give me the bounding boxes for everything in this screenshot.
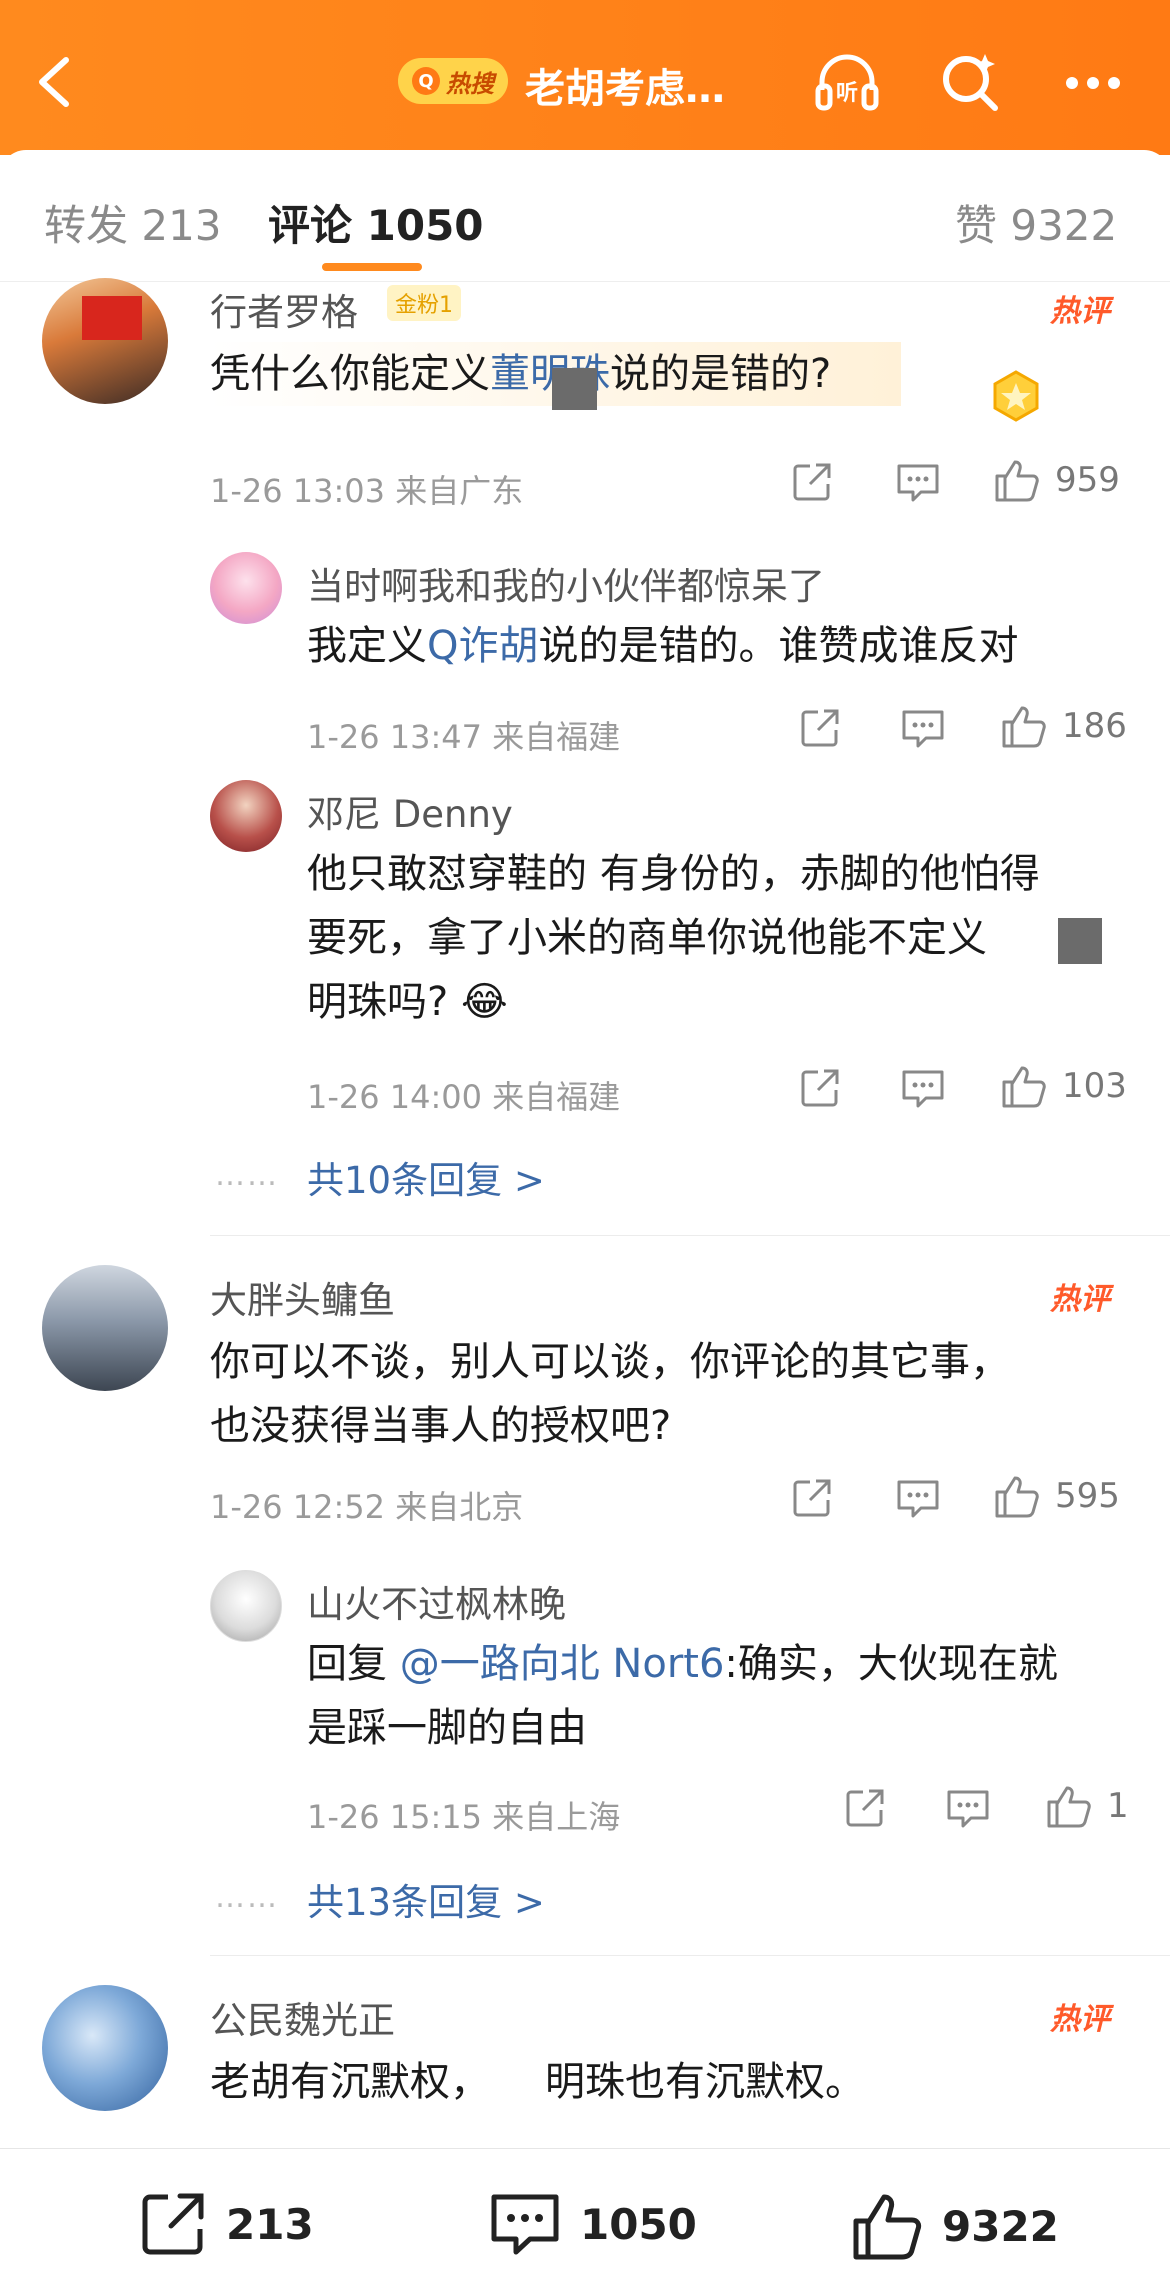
bottom-like-button[interactable]: 9322 xyxy=(850,2189,1059,2263)
mention-link[interactable]: @一路向北 Nort6 xyxy=(400,1641,725,1687)
listen-button[interactable]: 听 xyxy=(812,48,882,118)
top-bar: Q 热搜 老胡考虑… 听 xyxy=(0,0,1170,155)
avatar[interactable] xyxy=(210,780,282,852)
thumbs-up-icon xyxy=(853,2194,922,2260)
tab-likes[interactable]: 赞 9322 xyxy=(955,192,1117,253)
reply-button[interactable] xyxy=(900,706,946,750)
bottom-repost-button[interactable]: 213 xyxy=(138,2189,314,2259)
avatar[interactable] xyxy=(42,278,168,404)
reply-button[interactable] xyxy=(945,1786,991,1830)
reply-username[interactable]: 当时啊我和我的小伙伴都惊呆了 xyxy=(307,556,825,610)
divider xyxy=(210,1955,1170,1956)
divider xyxy=(210,1235,1170,1236)
avatar[interactable] xyxy=(42,1265,168,1391)
like-button[interactable]: 103 xyxy=(1000,1062,1127,1110)
like-button[interactable]: 959 xyxy=(993,456,1120,504)
share-icon xyxy=(142,2193,204,2255)
more-dots-icon xyxy=(1066,77,1120,89)
share-button[interactable] xyxy=(798,1066,842,1110)
tab-comments[interactable]: 评论 1050 xyxy=(268,192,484,253)
bottom-action-bar: 213 1050 9322 xyxy=(0,2148,1170,2295)
more-button[interactable] xyxy=(1058,48,1128,118)
bottom-comment-button[interactable]: 1050 xyxy=(488,2189,697,2259)
fan-badge: 金粉1 xyxy=(387,285,461,321)
reply-username[interactable]: 山火不过枫林晚 xyxy=(307,1574,566,1628)
hot-comment-badge: 热评 xyxy=(1050,294,1110,329)
laugh-cry-emoji: 😂 xyxy=(460,979,508,1025)
reply-text: 回复 @一路向北 Nort6:确实，大伙现在就 是踩一脚的自由 xyxy=(307,1641,1058,1751)
share-button[interactable] xyxy=(843,1786,887,1830)
reply-meta: 1-26 14:00 来自福建 xyxy=(307,1078,621,1116)
share-button[interactable] xyxy=(798,706,842,750)
reply-text: 他只敢怼穿鞋的 有身份的，赤脚的他怕得 要死，拿了小米的商单你说他能不定义 明珠… xyxy=(307,851,1040,1025)
reply-button[interactable] xyxy=(900,1066,946,1110)
search-icon: Q xyxy=(412,67,440,95)
page-title[interactable]: 老胡考虑… xyxy=(525,56,725,114)
redaction-block xyxy=(552,368,597,410)
hot-comment-badge: 热评 xyxy=(1050,1282,1110,1317)
share-icon xyxy=(801,1069,839,1107)
reply-meta: 1-26 13:47 来自福建 xyxy=(307,718,621,756)
comment-text: 你可以不谈，别人可以谈，你评论的其它事， 也没获得当事人的授权吧? xyxy=(210,1339,1010,1449)
comment-icon xyxy=(897,1480,939,1518)
svg-text:听: 听 xyxy=(836,81,858,106)
search-icon xyxy=(943,54,998,111)
like-button[interactable]: 1 xyxy=(1045,1782,1129,1830)
comment-icon xyxy=(947,1790,989,1828)
dots-decoration: …… xyxy=(215,1880,279,1915)
like-button[interactable]: 186 xyxy=(1000,702,1127,750)
hot-search-badge[interactable]: Q 热搜 xyxy=(398,58,508,104)
thumbs-up-icon xyxy=(1002,706,1046,748)
back-button[interactable] xyxy=(28,52,88,112)
share-button[interactable] xyxy=(790,460,834,504)
thumbs-up-icon xyxy=(1047,1786,1091,1828)
thumbs-up-icon xyxy=(995,1476,1039,1518)
more-replies-link[interactable]: 共10条回复 > xyxy=(307,1150,545,1204)
reply-meta: 1-26 15:15 来自上海 xyxy=(307,1798,621,1836)
comment-text: 老胡有沉默权， 明珠也有沉默权。 xyxy=(210,2059,865,2105)
reply-button[interactable] xyxy=(895,1476,941,1520)
like-button[interactable]: 595 xyxy=(993,1472,1120,1520)
share-icon xyxy=(846,1789,884,1827)
thumbs-up-icon xyxy=(995,460,1039,502)
comment-meta: 1-26 13:03 来自广东 xyxy=(210,472,524,510)
search-button[interactable] xyxy=(935,48,1005,118)
avatar[interactable] xyxy=(42,1985,168,2111)
avatar[interactable] xyxy=(210,1570,282,1642)
comment-meta: 1-26 12:52 来自北京 xyxy=(210,1488,524,1526)
share-icon xyxy=(793,463,831,501)
reply-username[interactable]: 邓尼 Denny xyxy=(307,784,513,838)
redaction-block xyxy=(1058,918,1102,964)
share-icon xyxy=(801,709,839,747)
comment-icon xyxy=(902,1070,944,1108)
reply-text: 我定义Q诈胡说的是错的。谁赞成谁反对 xyxy=(307,623,1019,669)
topic-link[interactable]: Q诈胡 xyxy=(427,623,538,669)
share-button[interactable] xyxy=(790,1476,834,1520)
medal-icon xyxy=(990,370,1042,422)
comment-username[interactable]: 公民魏光正 xyxy=(210,1990,395,2044)
more-replies-link[interactable]: 共13条回复 > xyxy=(307,1872,545,1926)
dots-decoration: …… xyxy=(215,1158,279,1193)
comment-icon xyxy=(897,464,939,502)
comment-username[interactable]: 行者罗格 xyxy=(210,282,358,336)
avatar[interactable] xyxy=(210,552,282,624)
headphones-icon: 听 xyxy=(815,54,879,111)
thumbs-up-icon xyxy=(1002,1066,1046,1108)
tab-bar: 转发 213 评论 1050 赞 9322 xyxy=(0,150,1170,282)
flag-icon xyxy=(82,296,142,340)
tab-active-indicator xyxy=(322,263,422,271)
chevron-left-icon xyxy=(39,57,69,107)
hot-comment-badge: 热评 xyxy=(1050,2002,1110,2037)
reply-button[interactable] xyxy=(895,460,941,504)
tab-repost[interactable]: 转发 213 xyxy=(44,192,222,253)
comment-icon xyxy=(902,710,944,748)
comment-username[interactable]: 大胖头鳙鱼 xyxy=(210,1270,395,1324)
comment-icon xyxy=(491,2194,559,2255)
share-icon xyxy=(793,1479,831,1517)
